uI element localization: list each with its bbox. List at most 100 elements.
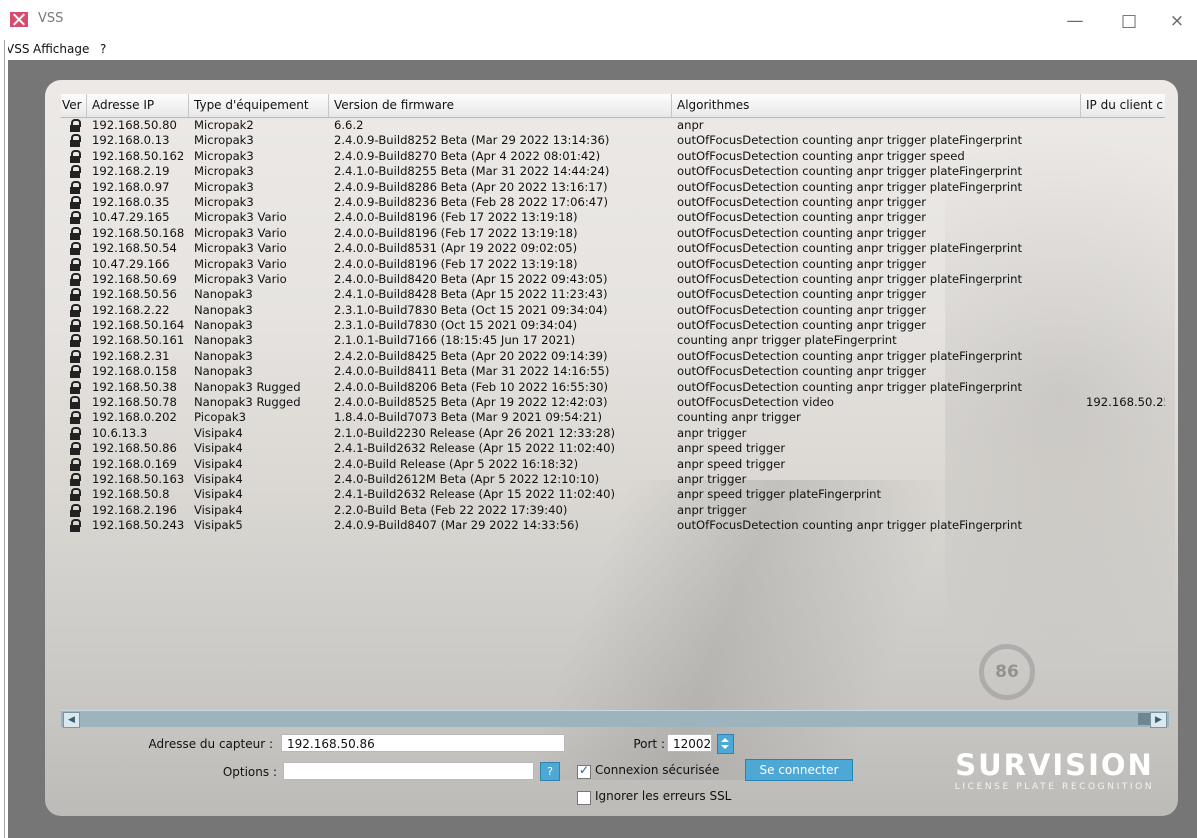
ip-address-cell: 192.168.2.19 xyxy=(92,164,170,179)
table-row[interactable]: 192.168.50.162 Micropak3 2.4.0.9-Build8270… xyxy=(61,149,1165,164)
open-lock-icon xyxy=(67,349,82,363)
device-type-cell: Nanopak3 Rugged xyxy=(194,379,301,394)
table-row[interactable]: 192.168.50.69 Micropak3 Vario 2.4.0.0-Buil… xyxy=(61,272,1165,287)
ip-address-cell: 192.168.50.56 xyxy=(92,287,177,302)
table-row[interactable]: 192.168.50.243 Visipak5 2.4.0.9-Build8407 … xyxy=(61,518,1165,533)
ignore-ssl-label[interactable]: Ignorer les erreurs SSL xyxy=(595,789,731,803)
table-row[interactable]: 192.168.50.161 Nanopak3 2.1.0.1-Build7166 … xyxy=(61,333,1165,348)
firmware-cell: 2.4.0.0-Build8196 (Feb 17 2022 13:19:18) xyxy=(334,225,578,240)
table-row[interactable]: 192.168.2.19 Micropak3 2.4.1.0-Build8255 B… xyxy=(61,164,1165,179)
ignore-ssl-checkbox[interactable] xyxy=(577,791,591,805)
table-row[interactable]: 192.168.0.35 Micropak3 2.4.0.9-Build8236 B… xyxy=(61,195,1165,210)
app-logo-icon xyxy=(10,12,28,27)
horizontal-scrollbar[interactable]: ◀ ▶ xyxy=(61,710,1169,728)
ip-address-cell: 192.168.50.69 xyxy=(92,271,177,286)
ip-address-cell: 192.168.50.163 xyxy=(92,471,185,486)
column-client-ip[interactable]: IP du client c xyxy=(1081,94,1165,117)
table-row[interactable]: 192.168.50.78 Nanopak3 Rugged 2.4.0.0-Buil… xyxy=(61,395,1165,410)
table-row[interactable]: 192.168.0.158 Nanopak3 2.4.0.0-Build8411 B… xyxy=(61,364,1165,379)
table-row[interactable]: 192.168.50.168 Micropak3 Vario 2.4.0.0-Bui… xyxy=(61,226,1165,241)
ip-address-cell: 192.168.0.202 xyxy=(92,410,177,425)
table-row[interactable]: 10.47.29.165 Micropak3 Vario 2.4.0.0-Build… xyxy=(61,210,1165,225)
table-row[interactable]: 192.168.0.169 Visipak4 2.4.0-Build Release… xyxy=(61,457,1165,472)
device-type-cell: Micropak3 Vario xyxy=(194,210,287,225)
device-type-cell: Visipak4 xyxy=(194,425,243,440)
minimize-button[interactable]: — xyxy=(1052,6,1098,36)
table-row[interactable]: 192.168.50.54 Micropak3 Vario 2.4.0.0-Buil… xyxy=(61,241,1165,256)
open-lock-icon xyxy=(67,503,82,517)
ip-address-cell: 192.168.50.80 xyxy=(92,118,177,132)
table-row[interactable]: 192.168.50.8 Visipak4 2.4.1-Build2632 Rele… xyxy=(61,487,1165,502)
table-row[interactable]: 192.168.50.164 Nanopak3 2.3.1.0-Build7830 … xyxy=(61,318,1165,333)
menu-vss[interactable]: VSS xyxy=(6,42,29,56)
scroll-right-icon[interactable]: ▶ xyxy=(1150,712,1167,728)
table-row[interactable]: 10.47.29.166 Micropak3 Vario 2.4.0.0-Build… xyxy=(61,257,1165,272)
open-lock-icon xyxy=(67,442,82,456)
open-lock-icon xyxy=(67,303,82,317)
algorithms-cell: outOfFocusDetection counting anpr trigge… xyxy=(677,148,965,163)
device-type-cell: Visipak4 xyxy=(194,456,243,471)
column-device-type[interactable]: Type d'équipement xyxy=(189,94,329,117)
table-row[interactable]: 10.6.13.3 Visipak4 2.1.0-Build2230 Release… xyxy=(61,426,1165,441)
algorithms-cell: outOfFocusDetection counting anpr trigge… xyxy=(677,518,1022,533)
options-input[interactable] xyxy=(283,762,534,780)
menu-affichage[interactable]: Affichage xyxy=(33,42,89,56)
table-row[interactable]: 192.168.50.38 Nanopak3 Rugged 2.4.0.0-Buil… xyxy=(61,380,1165,395)
port-stepper-icon[interactable] xyxy=(717,734,734,754)
maximize-button[interactable]: □ xyxy=(1106,6,1152,36)
secure-connection-checkbox[interactable] xyxy=(577,763,591,779)
column-algorithms[interactable]: Algorithmes xyxy=(672,94,1081,117)
ip-address-cell: 10.6.13.3 xyxy=(92,425,148,440)
options-help-button[interactable]: ? xyxy=(540,762,560,781)
algorithms-cell: outOfFocusDetection counting anpr trigge… xyxy=(677,271,1022,286)
table-row[interactable]: 192.168.50.56 Nanopak3 2.4.1.0-Build8428 B… xyxy=(61,287,1165,302)
close-button[interactable]: × xyxy=(1154,6,1197,36)
table-row[interactable]: 192.168.0.13 Micropak3 2.4.0.9-Build8252 B… xyxy=(61,133,1165,148)
table-row[interactable]: 192.168.0.202 Picopak3 1.8.4.0-Build7073 B… xyxy=(61,410,1165,425)
open-lock-icon xyxy=(67,519,82,533)
firmware-cell: 6.6.2 xyxy=(334,118,364,132)
client-ip-cell: 192.168.50.25 xyxy=(1086,395,1165,410)
ip-address-cell: 192.168.0.13 xyxy=(92,133,170,148)
algorithms-cell: counting anpr trigger xyxy=(677,410,801,425)
table-row[interactable]: 192.168.0.97 Micropak3 2.4.0.9-Build8286 B… xyxy=(61,180,1165,195)
device-type-cell: Micropak2 xyxy=(194,118,254,132)
table-row[interactable]: 192.168.2.22 Nanopak3 2.3.1.0-Build7830 Be… xyxy=(61,303,1165,318)
table-row[interactable]: 192.168.50.163 Visipak4 2.4.0-Build2612M B… xyxy=(61,472,1165,487)
open-lock-icon xyxy=(67,226,82,240)
device-type-cell: Micropak3 Vario xyxy=(194,271,287,286)
device-type-cell: Visipak4 xyxy=(194,471,243,486)
table-row[interactable]: 192.168.50.86 Visipak4 2.4.1-Build2632 Rel… xyxy=(61,441,1165,456)
ip-address-cell: 192.168.50.168 xyxy=(92,225,185,240)
algorithms-cell: outOfFocusDetection video xyxy=(677,395,834,410)
table-row[interactable]: 192.168.50.80 Micropak2 6.6.2 anpr xyxy=(61,118,1165,133)
device-type-cell: Nanopak3 xyxy=(194,302,253,317)
column-version[interactable]: Ver xyxy=(61,94,87,117)
algorithms-cell: anpr trigger xyxy=(677,471,747,486)
ip-address-cell: 192.168.0.97 xyxy=(92,179,170,194)
column-firmware[interactable]: Version de firmware xyxy=(329,94,672,117)
column-ip-address[interactable]: Adresse IP xyxy=(87,94,189,117)
table-row[interactable]: 192.168.2.31 Nanopak3 2.4.2.0-Build8425 Be… xyxy=(61,349,1165,364)
open-lock-icon xyxy=(67,180,82,194)
sensor-address-input[interactable]: 192.168.50.86 xyxy=(281,734,565,752)
scroll-left-icon[interactable]: ◀ xyxy=(63,712,80,728)
firmware-cell: 2.4.0.9-Build8407 (Mar 29 2022 14:33:56) xyxy=(334,518,579,533)
open-lock-icon xyxy=(67,288,82,302)
algorithms-cell: anpr xyxy=(677,118,704,132)
port-input[interactable]: 12002 xyxy=(667,734,712,752)
algorithms-cell: outOfFocusDetection counting anpr trigge… xyxy=(677,179,1022,194)
left-window-edge xyxy=(0,40,8,838)
table-header: Ver Adresse IP Type d'équipement Version… xyxy=(61,94,1165,118)
firmware-cell: 2.4.1.0-Build8428 Beta (Apr 15 2022 11:2… xyxy=(334,287,608,302)
algorithms-cell: anpr speed trigger xyxy=(677,456,786,471)
window-title: VSS xyxy=(38,11,64,26)
device-table[interactable]: Ver Adresse IP Type d'équipement Version… xyxy=(61,94,1165,706)
secure-connection-label[interactable]: Connexion sécurisée xyxy=(595,763,719,777)
connect-button[interactable]: Se connecter xyxy=(745,759,853,781)
menu-help[interactable]: ? xyxy=(100,42,106,56)
open-lock-icon xyxy=(67,165,82,179)
firmware-cell: 2.4.1-Build2632 Release (Apr 15 2022 11:… xyxy=(334,441,616,456)
device-type-cell: Visipak4 xyxy=(194,502,243,517)
table-row[interactable]: 192.168.2.196 Visipak4 2.2.0-Build Beta (F… xyxy=(61,503,1165,518)
